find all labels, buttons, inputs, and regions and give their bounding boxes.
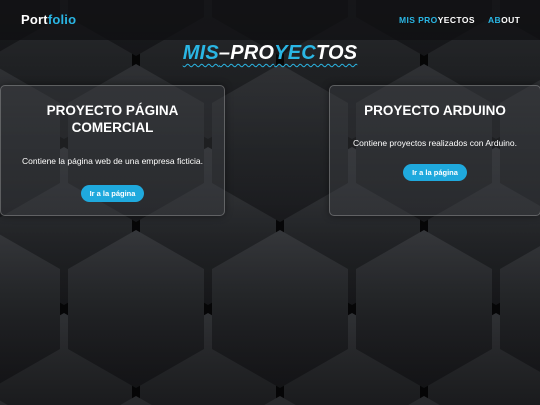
nav-link-about-part1: AB	[488, 15, 502, 25]
project-card-arduino: PROYECTO ARDUINO Contiene proyectos real…	[329, 85, 540, 216]
brand-logo[interactable]: Portfolio	[21, 11, 76, 29]
brand-logo-part2: folio	[47, 12, 77, 27]
nav-link-about[interactable]: ABOUT	[488, 15, 520, 26]
project-card-title: PROYECTO ARDUINO	[364, 103, 506, 118]
go-to-page-button[interactable]: Ir a la página	[80, 185, 145, 202]
nav-link-about-part2: OUT	[501, 15, 521, 25]
project-card-title: PROYECTO PÁGINA COMERCIAL	[46, 103, 179, 135]
page-title-part2: –PRO	[218, 42, 275, 64]
project-card-description: Contiene la página web de una empresa fi…	[22, 156, 203, 166]
navbar: Portfolio MIS PROYECTOS ABOUT	[0, 0, 540, 40]
page-title-part4: TOS	[315, 42, 358, 64]
nav-link-projects-part1: MIS PRO	[399, 15, 438, 25]
brand-logo-part1: Port	[21, 12, 48, 27]
go-to-page-button[interactable]: Ir a la página	[403, 164, 467, 181]
project-card-commercial: PROYECTO PÁGINA COMERCIAL Contiene la pá…	[0, 85, 225, 216]
nav-link-projects-part2: YECTOS	[437, 15, 475, 25]
page-title: MIS–PROYECTOS	[0, 40, 540, 66]
page-title-part3: YEC	[274, 42, 316, 64]
project-card-description: Contiene proyectos realizados con Arduin…	[353, 138, 517, 148]
page-title-part1: MIS	[182, 42, 219, 64]
nav-link-projects[interactable]: MIS PROYECTOS	[399, 15, 475, 26]
